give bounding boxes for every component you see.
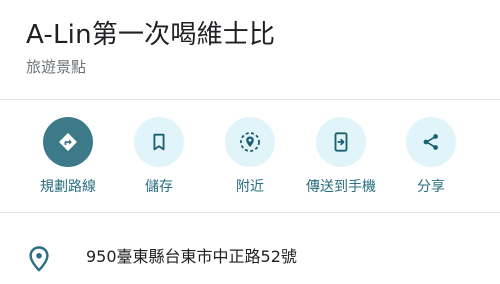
nearby-button[interactable]: 附近 [205, 117, 295, 201]
place-category: 旅遊景點 [26, 58, 87, 76]
place-panel: A-Lin第一次喝維士比 旅遊景點 規劃路線 儲存 附近 傳送到手機 分享 95… [0, 0, 500, 284]
send-to-phone-label: 傳送到手機 [306, 179, 376, 195]
save-label: 儲存 [145, 179, 173, 195]
address-text: 950臺東縣台東市中正路52號 [86, 247, 297, 266]
nearby-label: 附近 [236, 179, 264, 195]
send-to-phone-button-circle[interactable] [316, 117, 366, 167]
directions-button[interactable]: 規劃路線 [23, 117, 113, 201]
share-label: 分享 [417, 179, 445, 195]
nearby-icon [238, 130, 262, 154]
nearby-button-circle[interactable] [225, 117, 275, 167]
share-button-circle[interactable] [406, 117, 456, 167]
location-pin-icon [28, 246, 50, 272]
divider [0, 212, 500, 213]
send-to-phone-icon [330, 131, 352, 153]
directions-button-circle[interactable] [43, 117, 93, 167]
send-to-phone-button[interactable]: 傳送到手機 [296, 117, 386, 201]
bookmark-icon [148, 131, 170, 153]
directions-label: 規劃路線 [40, 179, 96, 195]
share-icon [420, 131, 442, 153]
divider [0, 99, 500, 100]
place-header: A-Lin第一次喝維士比 旅遊景點 [26, 18, 488, 77]
action-bar: 規劃路線 儲存 附近 傳送到手機 分享 [0, 117, 500, 201]
share-button[interactable]: 分享 [386, 117, 476, 201]
place-title: A-Lin第一次喝維士比 [26, 20, 276, 50]
save-button[interactable]: 儲存 [114, 117, 204, 201]
address-row[interactable]: 950臺東縣台東市中正路52號 [0, 230, 500, 284]
save-button-circle[interactable] [134, 117, 184, 167]
directions-icon [57, 131, 79, 153]
